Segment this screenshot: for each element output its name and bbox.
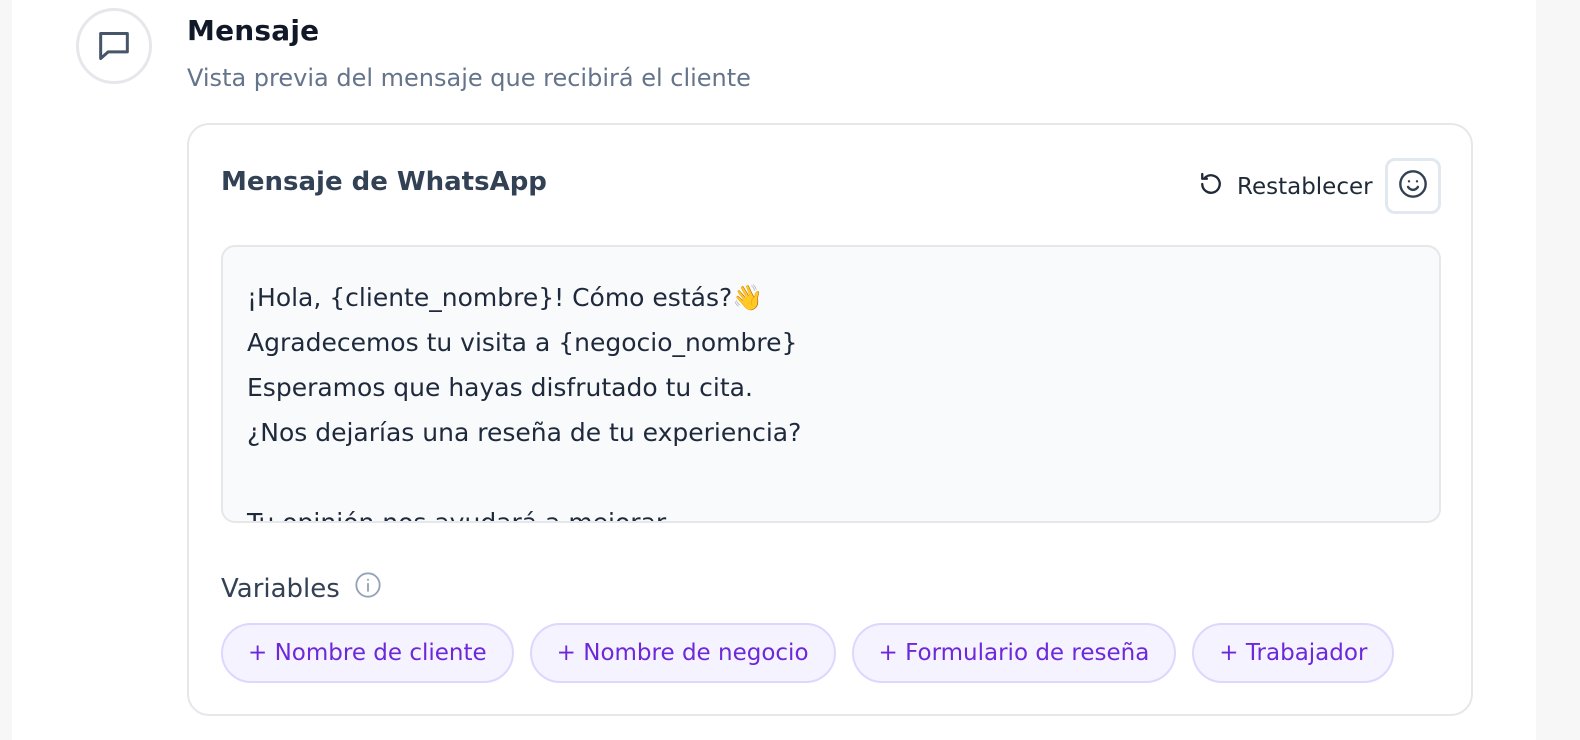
section-subtitle: Vista previa del mensaje que recibirá el… [187, 64, 751, 92]
section-title: Mensaje [187, 14, 320, 47]
message-line: Agradecemos tu visita a {negocio_nombre} [247, 328, 798, 357]
message-line: Tu opinión nos ayudará a mejorar. [247, 508, 672, 523]
message-text: ¡Hola, {cliente_nombre}! Cómo estás?👋 Agr… [247, 275, 1417, 523]
card-title: Mensaje de WhatsApp [221, 167, 547, 197]
message-textarea[interactable]: ¡Hola, {cliente_nombre}! Cómo estás?👋 Agr… [221, 245, 1441, 523]
chip-nombre-negocio[interactable]: + Nombre de negocio [529, 623, 836, 683]
message-line [247, 455, 1417, 500]
chip-nombre-cliente[interactable]: + Nombre de cliente [221, 623, 514, 683]
emoji-picker-button[interactable] [1385, 158, 1441, 214]
variables-heading: Variables [221, 571, 382, 606]
smiley-icon [1397, 168, 1429, 204]
chip-formulario-resena[interactable]: + Formulario de reseña [851, 623, 1177, 683]
chip-trabajador[interactable]: + Trabajador [1192, 623, 1395, 683]
info-icon[interactable] [354, 571, 382, 606]
message-line: Esperamos que hayas disfrutado tu cita. [247, 373, 753, 402]
rotate-ccw-icon [1197, 170, 1225, 204]
chat-bubble-icon [76, 8, 152, 84]
whatsapp-message-card: Mensaje de WhatsApp Restablecer ¡Hola, {… [187, 123, 1473, 716]
variable-chips: + Nombre de cliente + Nombre de negocio … [221, 623, 1395, 683]
message-line: ¡Hola, {cliente_nombre}! Cómo estás?👋 [247, 283, 764, 312]
reset-button[interactable]: Restablecer [1197, 169, 1373, 205]
message-line: ¿Nos dejarías una reseña de tu experienc… [247, 418, 802, 447]
page: Mensaje Vista previa del mensaje que rec… [12, 0, 1536, 740]
reset-button-label: Restablecer [1237, 174, 1373, 200]
variables-label: Variables [221, 573, 340, 604]
